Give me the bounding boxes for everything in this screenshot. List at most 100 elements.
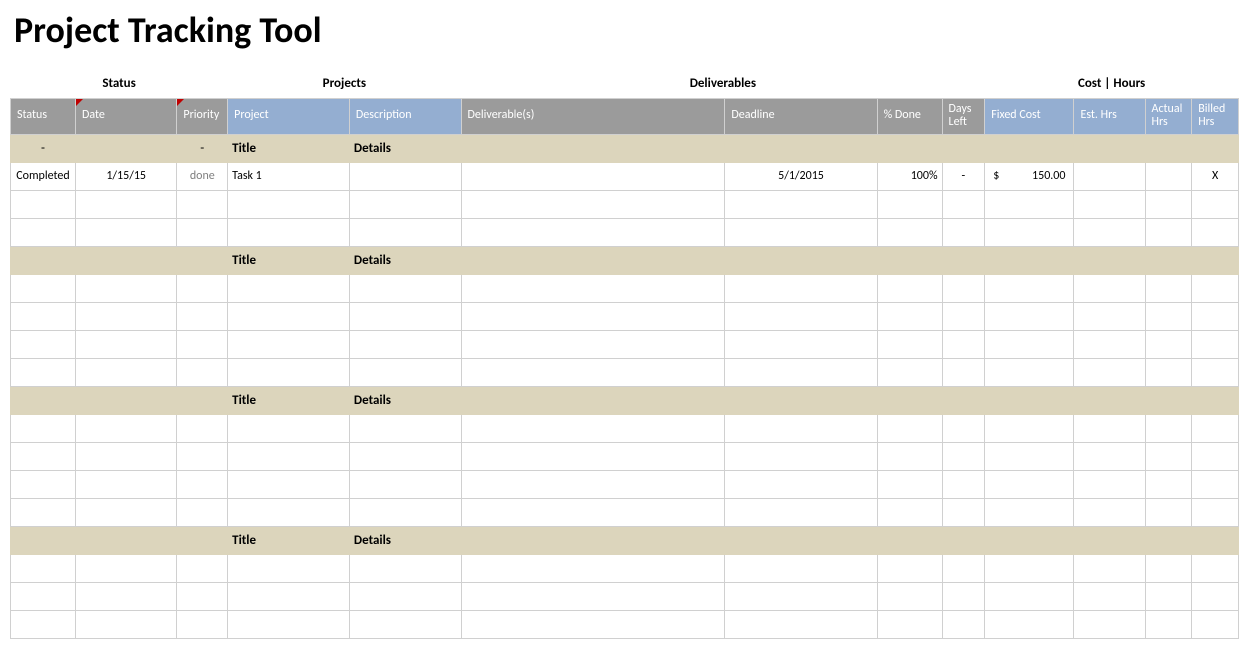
- cell[interactable]: [942, 498, 985, 526]
- cell[interactable]: [11, 246, 76, 274]
- cell[interactable]: [1145, 498, 1192, 526]
- cell[interactable]: [985, 218, 1074, 246]
- cell[interactable]: [349, 218, 461, 246]
- cell-billedhrs[interactable]: X: [1192, 162, 1239, 190]
- cell[interactable]: [1192, 498, 1239, 526]
- cell[interactable]: [11, 414, 76, 442]
- section-details[interactable]: Details: [349, 526, 1238, 554]
- cell-esthrs[interactable]: [1074, 162, 1145, 190]
- cell[interactable]: [75, 526, 176, 554]
- cell[interactable]: [942, 330, 985, 358]
- cell[interactable]: [942, 190, 985, 218]
- cell[interactable]: [75, 442, 176, 470]
- cell[interactable]: [985, 330, 1074, 358]
- cell[interactable]: [1074, 582, 1145, 610]
- cell[interactable]: [985, 582, 1074, 610]
- cell-acthrs[interactable]: [1145, 162, 1192, 190]
- cell[interactable]: [75, 330, 176, 358]
- cell[interactable]: [11, 302, 76, 330]
- cell[interactable]: [349, 554, 461, 582]
- col-description[interactable]: Description: [349, 98, 461, 134]
- cell[interactable]: [228, 358, 350, 386]
- cell[interactable]: [725, 330, 877, 358]
- cell[interactable]: [877, 218, 942, 246]
- section-title[interactable]: Title: [228, 526, 350, 554]
- cell[interactable]: [177, 190, 228, 218]
- cell[interactable]: [11, 442, 76, 470]
- cell[interactable]: [942, 554, 985, 582]
- cell[interactable]: [1192, 218, 1239, 246]
- cell[interactable]: [1192, 470, 1239, 498]
- cell[interactable]: [1192, 190, 1239, 218]
- cell[interactable]: [942, 582, 985, 610]
- cell[interactable]: [1145, 582, 1192, 610]
- cell[interactable]: [942, 414, 985, 442]
- cell[interactable]: [1145, 414, 1192, 442]
- cell[interactable]: [725, 414, 877, 442]
- cell-status[interactable]: Completed: [11, 162, 76, 190]
- cell[interactable]: [985, 442, 1074, 470]
- cell[interactable]: [1145, 610, 1192, 638]
- cell[interactable]: [1145, 302, 1192, 330]
- cell[interactable]: [461, 582, 725, 610]
- cell-daysleft[interactable]: -: [942, 162, 985, 190]
- cell[interactable]: [942, 610, 985, 638]
- cell-priority[interactable]: done: [177, 162, 228, 190]
- cell[interactable]: [877, 610, 942, 638]
- cell[interactable]: [942, 470, 985, 498]
- cell[interactable]: [461, 274, 725, 302]
- cell[interactable]: [985, 274, 1074, 302]
- cell[interactable]: [1192, 274, 1239, 302]
- cell[interactable]: [1145, 190, 1192, 218]
- cell[interactable]: [349, 498, 461, 526]
- cell[interactable]: [228, 582, 350, 610]
- cell[interactable]: [877, 302, 942, 330]
- cell[interactable]: [1074, 274, 1145, 302]
- cell[interactable]: [1145, 274, 1192, 302]
- cell[interactable]: [725, 554, 877, 582]
- cell[interactable]: [349, 190, 461, 218]
- section-title[interactable]: Title: [228, 134, 350, 162]
- cell[interactable]: [877, 190, 942, 218]
- cell[interactable]: [1074, 218, 1145, 246]
- cell[interactable]: [349, 610, 461, 638]
- section-dash[interactable]: -: [11, 134, 76, 162]
- cell[interactable]: [461, 442, 725, 470]
- cell[interactable]: [985, 414, 1074, 442]
- cell[interactable]: [177, 330, 228, 358]
- cell[interactable]: [75, 246, 176, 274]
- cell[interactable]: [1145, 358, 1192, 386]
- cell[interactable]: [942, 302, 985, 330]
- cell[interactable]: [461, 498, 725, 526]
- cell[interactable]: [11, 330, 76, 358]
- cell[interactable]: [349, 442, 461, 470]
- cell[interactable]: [725, 610, 877, 638]
- section-title[interactable]: Title: [228, 386, 350, 414]
- cell[interactable]: [1074, 442, 1145, 470]
- cell-deadline[interactable]: 5/1/2015: [725, 162, 877, 190]
- cell[interactable]: [75, 498, 176, 526]
- cell[interactable]: [1074, 470, 1145, 498]
- cell[interactable]: [75, 218, 176, 246]
- cell[interactable]: [228, 414, 350, 442]
- cell-fixedcost[interactable]: $150.00: [985, 162, 1074, 190]
- cell[interactable]: [985, 498, 1074, 526]
- cell[interactable]: [461, 302, 725, 330]
- section-details[interactable]: Details: [349, 134, 1238, 162]
- cell[interactable]: [177, 526, 228, 554]
- cell[interactable]: [228, 302, 350, 330]
- cell[interactable]: [1145, 470, 1192, 498]
- cell[interactable]: [349, 358, 461, 386]
- cell[interactable]: [177, 554, 228, 582]
- cell-pctdone[interactable]: 100%: [877, 162, 942, 190]
- col-acthrs[interactable]: Actual Hrs: [1145, 98, 1192, 134]
- col-fixedcost[interactable]: Fixed Cost: [985, 98, 1074, 134]
- cell[interactable]: [349, 274, 461, 302]
- cell[interactable]: [177, 274, 228, 302]
- cell[interactable]: [11, 554, 76, 582]
- cell[interactable]: [461, 414, 725, 442]
- cell[interactable]: [985, 470, 1074, 498]
- cell[interactable]: [1074, 330, 1145, 358]
- cell[interactable]: [75, 610, 176, 638]
- col-project[interactable]: Project: [228, 98, 350, 134]
